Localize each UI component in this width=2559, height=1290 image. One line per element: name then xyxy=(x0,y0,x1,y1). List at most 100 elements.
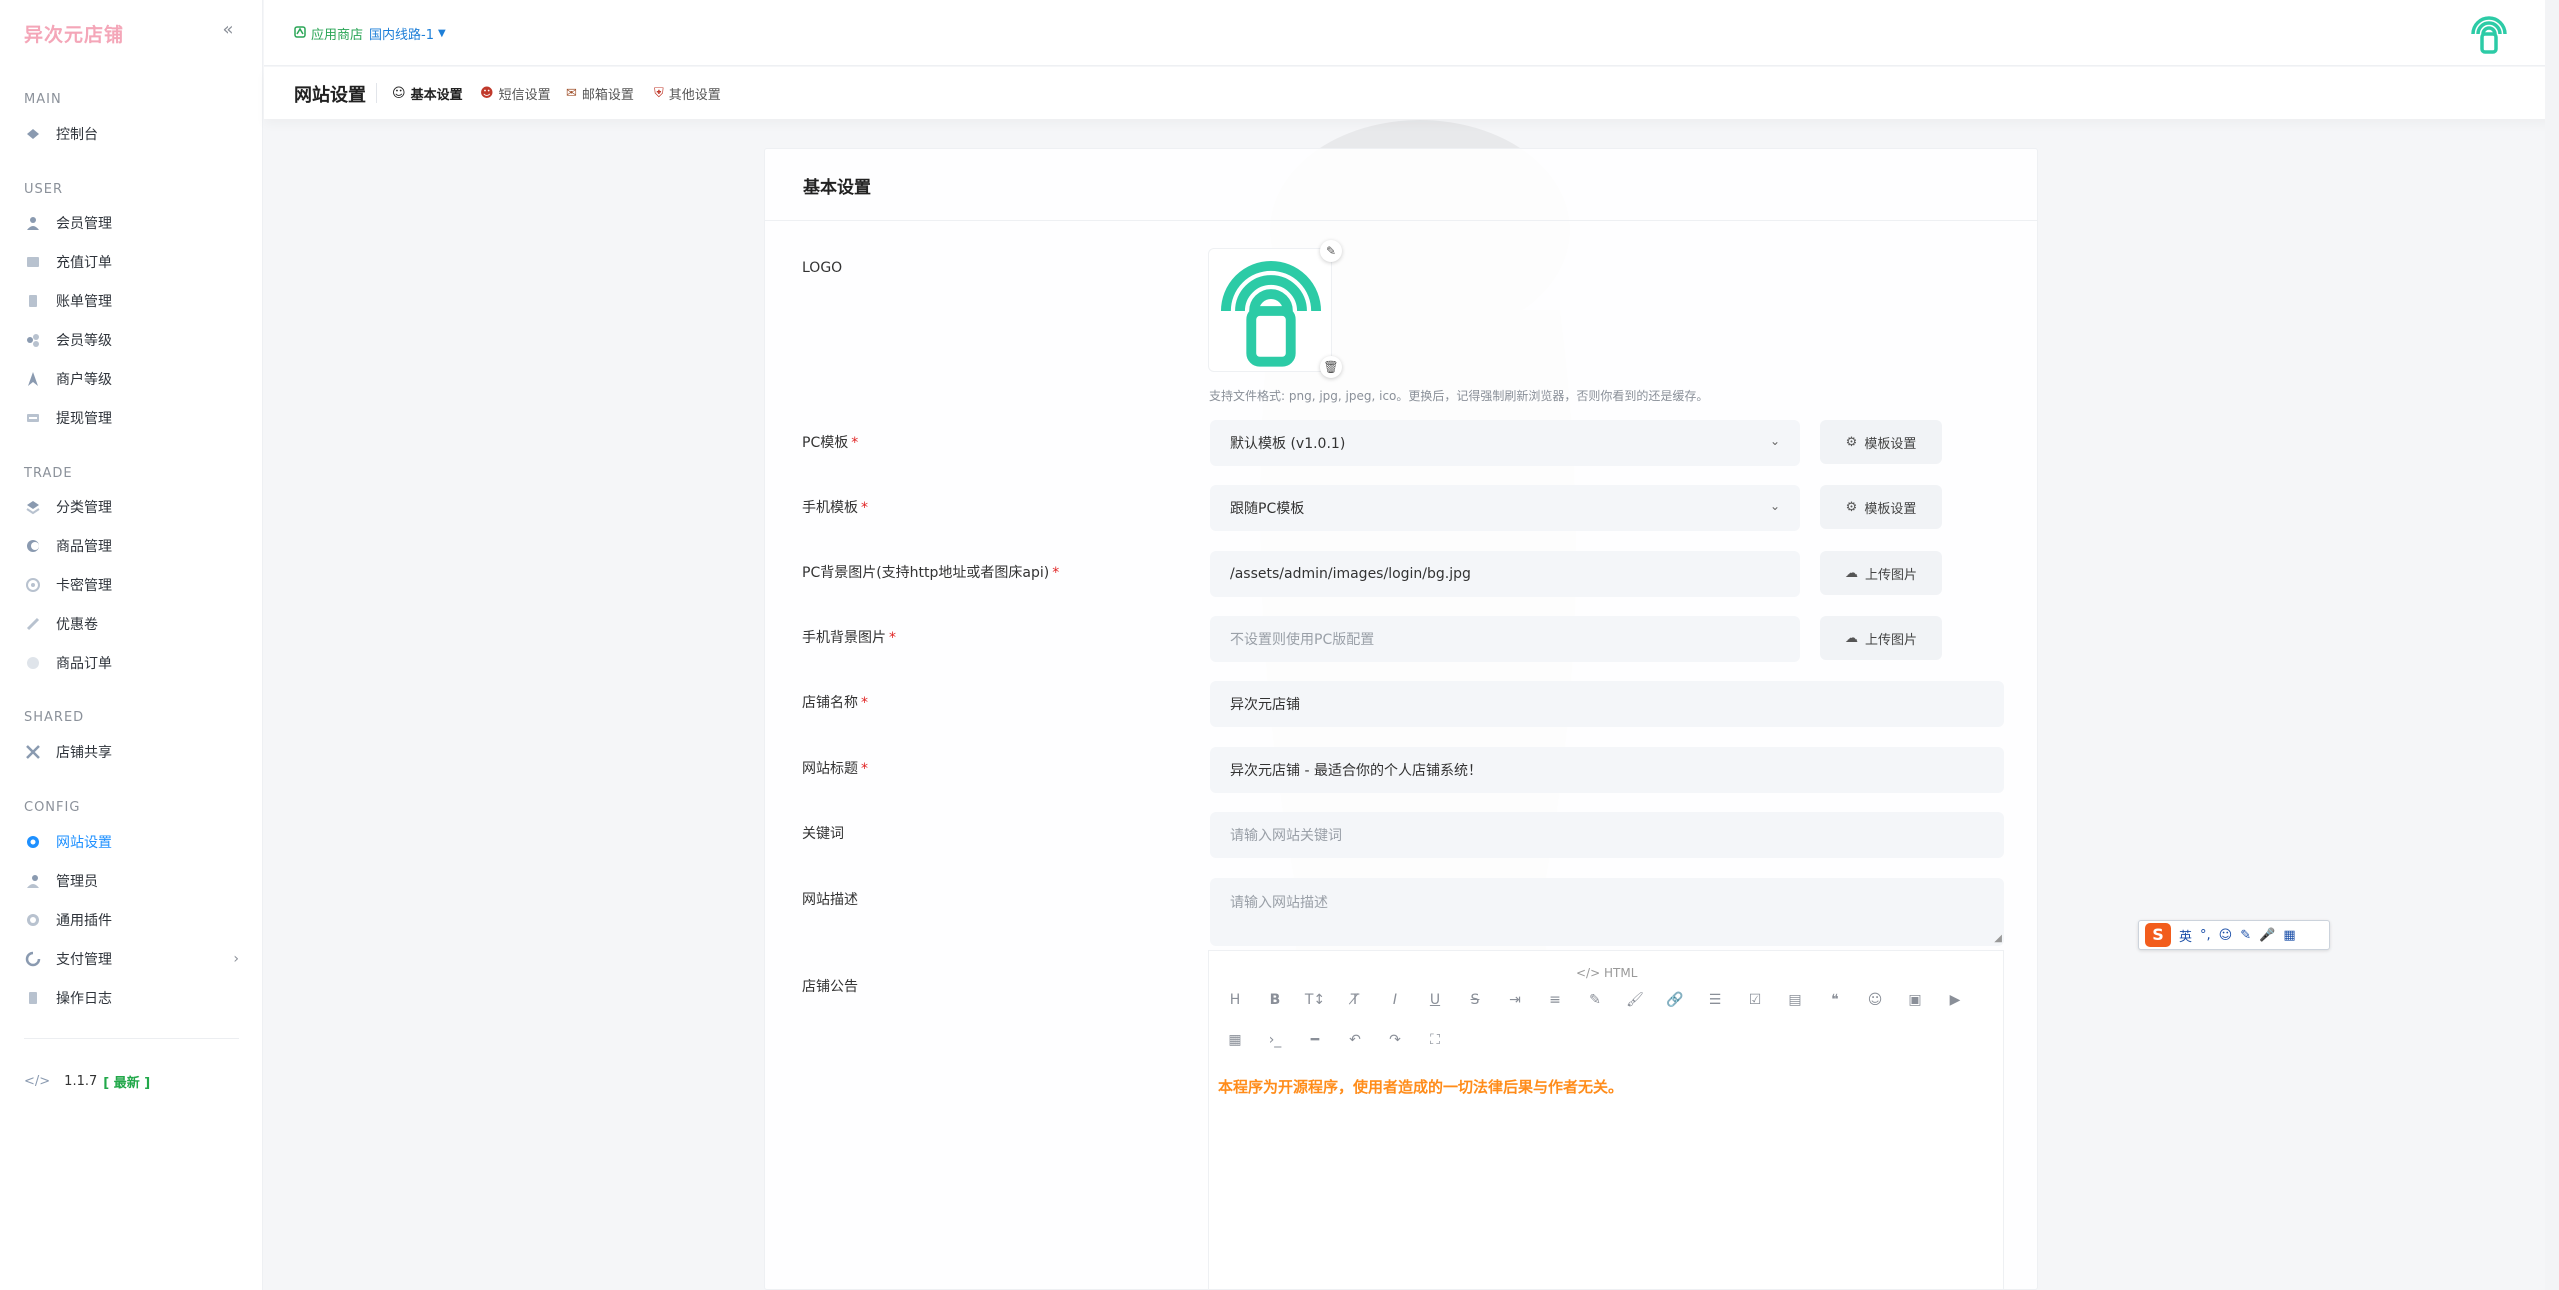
title-separator xyxy=(376,83,377,103)
mobile-template-select[interactable]: 跟随PC模板 ⌄ xyxy=(1210,485,1800,531)
mobile-bg-upload-button[interactable]: ☁ 上传图片 xyxy=(1820,616,1942,660)
link-icon[interactable]: 🔗 xyxy=(1664,992,1686,1008)
sidebar-item-label: 会员等级 xyxy=(56,333,112,349)
tab-basic-settings[interactable]: ☺ 基本设置 xyxy=(392,84,463,103)
page-scrollbar[interactable] xyxy=(2545,0,2559,1290)
button-label: 上传图片 xyxy=(1864,567,1917,583)
pc-bg-upload-button[interactable]: ☁ 上传图片 xyxy=(1820,551,1942,595)
align-left-icon[interactable]: ▤ xyxy=(1784,992,1806,1008)
pen-icon[interactable]: ✎ xyxy=(2240,928,2251,943)
sidebar-item-label: 优惠卷 xyxy=(56,617,98,633)
sidebar-item-dashboard[interactable]: 控制台 xyxy=(24,120,239,148)
required-mark: * xyxy=(861,695,868,711)
list-icon[interactable]: ☰ xyxy=(1704,992,1726,1008)
sidebar-item-bills[interactable]: 账单管理 xyxy=(24,287,239,315)
html-toggle[interactable]: </> HTML xyxy=(1576,966,1637,980)
divider-icon[interactable]: ━ xyxy=(1304,1032,1326,1048)
brush-icon[interactable]: 🖌 xyxy=(1624,992,1646,1008)
keywords-input[interactable]: 请输入网站关键词 xyxy=(1210,812,2004,858)
log-icon xyxy=(24,989,42,1007)
underline-icon[interactable]: U xyxy=(1424,992,1446,1008)
ime-toolbar[interactable]: S 英 °, ☺ ✎ 🎤 ▦ xyxy=(2138,920,2330,950)
sidebar-item-site-settings[interactable]: 网站设置 xyxy=(24,828,239,856)
ime-language[interactable]: 英 xyxy=(2179,926,2192,945)
admin-icon xyxy=(24,872,42,890)
sidebar-item-merchant-level[interactable]: 商户等级 xyxy=(24,365,239,393)
highlight-icon[interactable]: ✎ xyxy=(1584,992,1606,1008)
emoji-icon[interactable]: ☺ xyxy=(1864,992,1886,1008)
punctuation-icon[interactable]: °, xyxy=(2200,928,2211,943)
resize-handle-icon[interactable]: ◢ xyxy=(1994,933,2002,944)
sidebar-item-withdraw[interactable]: 提现管理 xyxy=(24,404,239,432)
logo-preview[interactable] xyxy=(1208,248,1332,372)
bold-icon[interactable]: B xyxy=(1264,992,1286,1008)
textarea-placeholder: 请输入网站描述 xyxy=(1230,895,1328,911)
version-info[interactable]: </> 1.1.7 [ 最新 ] xyxy=(24,1072,150,1091)
table-icon[interactable]: ▦ xyxy=(1224,1032,1246,1048)
sidebar-item-goods[interactable]: 商品管理 xyxy=(24,532,239,560)
chevron-down-icon: ⌄ xyxy=(1769,499,1780,513)
sidebar-item-category[interactable]: 分类管理 xyxy=(24,493,239,521)
section-config: CONFIG xyxy=(24,800,81,815)
tab-sms-settings[interactable]: ☻ 短信设置 xyxy=(480,84,551,103)
image-icon[interactable]: ▣ xyxy=(1904,992,1926,1008)
undo-icon[interactable]: ↶ xyxy=(1344,1032,1366,1048)
share-icon xyxy=(24,743,42,761)
collapse-sidebar-icon[interactable]: « xyxy=(218,20,238,40)
sidebar-item-recharge[interactable]: 充值订单 xyxy=(24,248,239,276)
align-icon[interactable]: ≡ xyxy=(1544,992,1566,1008)
strikethrough-icon[interactable]: S xyxy=(1464,992,1486,1008)
edit-logo-icon[interactable]: ✎ xyxy=(1320,240,1342,262)
grid-icon[interactable]: ▦ xyxy=(2283,928,2295,943)
sidebar-item-coupon[interactable]: 优惠卷 xyxy=(24,610,239,638)
sidebar-item-logs[interactable]: 操作日志 xyxy=(24,984,239,1012)
text-size-icon[interactable]: T↕ xyxy=(1304,992,1326,1008)
withdraw-icon xyxy=(24,409,42,427)
sidebar-item-admin[interactable]: 管理员 xyxy=(24,867,239,895)
mobile-template-settings-button[interactable]: ⚙ 模板设置 xyxy=(1820,485,1942,529)
brand-logo[interactable]: 异次元店铺 xyxy=(24,20,124,47)
shop-name-input[interactable]: 异次元店铺 xyxy=(1210,681,2004,727)
label-text: 店铺名称 xyxy=(802,695,858,711)
emoji-icon[interactable]: ☺ xyxy=(2219,928,2233,943)
app-store-link[interactable]: 应用商店 国内线路-1 ▼ xyxy=(294,24,446,43)
fullscreen-icon[interactable]: ⛶ xyxy=(1424,1032,1446,1048)
version-number: 1.1.7 xyxy=(64,1074,98,1089)
card-header: 基本设置 xyxy=(765,149,2037,221)
delete-logo-icon[interactable]: 🗑 xyxy=(1320,356,1342,378)
description-textarea[interactable]: 请输入网站描述 ◢ xyxy=(1210,878,2004,946)
microphone-icon[interactable]: 🎤 xyxy=(2259,928,2275,943)
code-block-icon[interactable]: ›_ xyxy=(1264,1032,1286,1048)
quote-icon[interactable]: ❝ xyxy=(1824,992,1846,1008)
clear-format-icon[interactable]: T̸ xyxy=(1344,992,1366,1008)
video-icon[interactable]: ▶ xyxy=(1944,992,1966,1008)
logo-image xyxy=(1220,260,1322,367)
notice-content[interactable]: 本程序为开源程序，使用者造成的一切法律后果与作者无关。 xyxy=(1218,1076,1623,1097)
checkbox-icon[interactable]: ☑ xyxy=(1744,992,1766,1008)
site-title-input[interactable]: 异次元店铺 - 最适合你的个人店铺系统！ xyxy=(1210,747,2004,793)
indent-icon[interactable]: ⇥ xyxy=(1504,992,1526,1008)
redo-icon[interactable]: ↷ xyxy=(1384,1032,1406,1048)
pc-template-select[interactable]: 默认模板 (v1.0.1) ⌄ xyxy=(1210,420,1800,466)
tab-other-settings[interactable]: ⛨ 其他设置 xyxy=(654,84,721,103)
sidebar-item-members[interactable]: 会员管理 xyxy=(24,209,239,237)
sidebar-item-shop-share[interactable]: 店铺共享 xyxy=(24,738,239,766)
sidebar-item-cards[interactable]: 卡密管理 xyxy=(24,571,239,599)
user-avatar-logo[interactable] xyxy=(2467,12,2511,56)
dashboard-icon xyxy=(24,125,42,143)
mobile-bg-input[interactable]: 不设置则使用PC版配置 xyxy=(1210,616,1800,662)
sogou-logo-icon[interactable]: S xyxy=(2145,923,2171,947)
payment-icon xyxy=(24,950,42,968)
pc-template-settings-button[interactable]: ⚙ 模板设置 xyxy=(1820,420,1942,464)
sidebar-item-plugins[interactable]: 通用插件 xyxy=(24,906,239,934)
sidebar-item-payment[interactable]: 支付管理 › xyxy=(24,945,239,973)
heading-icon[interactable]: H xyxy=(1224,992,1246,1008)
italic-icon[interactable]: I xyxy=(1384,992,1406,1008)
line-selector[interactable]: 国内线路-1 xyxy=(369,24,434,43)
sidebar-item-member-level[interactable]: 会员等级 xyxy=(24,326,239,354)
gears-icon: ⚙ xyxy=(1845,499,1858,515)
tab-email-settings[interactable]: ✉ 邮箱设置 xyxy=(566,84,634,103)
bill-icon xyxy=(24,292,42,310)
pc-bg-input[interactable]: /assets/admin/images/login/bg.jpg xyxy=(1210,551,1800,597)
sidebar-item-orders[interactable]: 商品订单 xyxy=(24,649,239,677)
